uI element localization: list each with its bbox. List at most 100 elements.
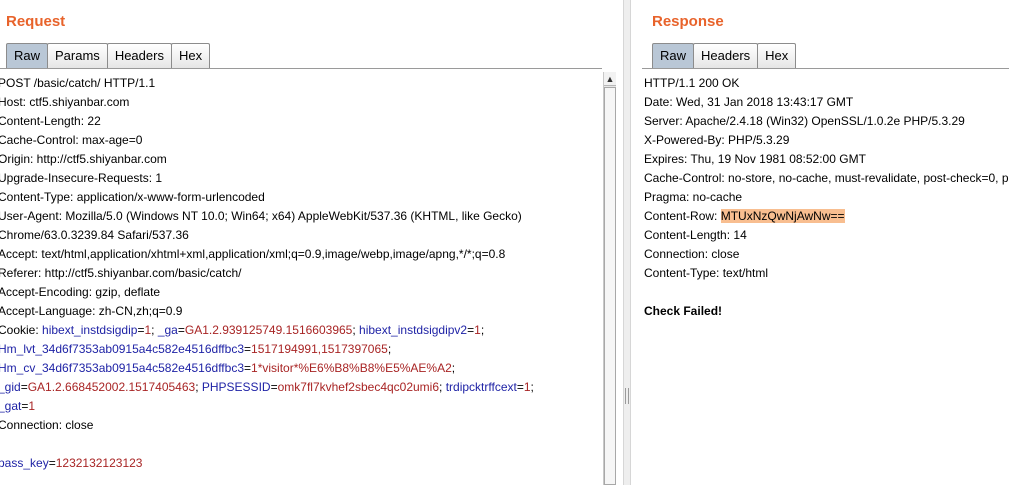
- response-line: X-Powered-By: PHP/5.3.29: [644, 131, 1009, 150]
- response-line: Pragma: no-cache: [644, 188, 1009, 207]
- request-token: Accept: text/html,application/xhtml+xml,…: [0, 247, 506, 261]
- request-tab-params[interactable]: Params: [47, 43, 108, 68]
- split-divider[interactable]: [623, 0, 631, 485]
- request-line: Accept-Language: zh-CN,zh;q=0.9: [0, 302, 602, 321]
- request-token: ;: [451, 361, 456, 375]
- request-line: User-Agent: Mozilla/5.0 (Windows NT 10.0…: [0, 207, 602, 226]
- request-raw-text: POST /basic/catch/ HTTP/1.1 Host: ctf5.sh…: [0, 69, 602, 473]
- request-token: Hm_lvt_34d6f7353ab0915a4c582e4516dffbc3: [0, 342, 244, 356]
- response-token: Server: Apache/2.4.18 (Win32) OpenSSL/1.…: [644, 114, 965, 128]
- request-token: 1232132123123: [55, 456, 143, 470]
- request-line: [0, 435, 602, 454]
- request-line: Cache-Control: max-age=0: [0, 131, 602, 150]
- request-line: Hm_lvt_34d6f7353ab0915a4c582e4516dffbc3=…: [0, 340, 602, 359]
- request-token: Accept-Encoding: gzip, deflate: [0, 285, 161, 299]
- request-editor[interactable]: POST /basic/catch/ HTTP/1.1 Host: ctf5.sh…: [0, 68, 602, 485]
- request-token: hibext_instdsigdipv2: [359, 323, 468, 337]
- response-token: Pragma: no-cache: [644, 190, 743, 204]
- request-token: =: [270, 380, 278, 394]
- request-token: _gat: [0, 399, 22, 413]
- request-line: Content-Length: 22: [0, 112, 602, 131]
- response-tab-hex[interactable]: Hex: [757, 43, 797, 68]
- request-line: Origin: http://ctf5.shiyanbar.com: [0, 150, 602, 169]
- request-line: _gat=1: [0, 397, 602, 416]
- request-token: 1517194991,1517397065: [251, 342, 388, 356]
- request-line: _gid = GA1.2.668452002.1517405463; PHPSESS…: [0, 378, 602, 397]
- response-line: Content-Row: MTUxNzQwNjAwNw==: [644, 207, 1009, 226]
- request-token: Referer: http://ctf5.shiyanbar.com/basic…: [0, 266, 242, 280]
- request-token: omk7fl7kvhef2sbec4qc02umi6: [277, 380, 440, 394]
- response-token: Expires: Thu, 19 Nov 1981 08:52:00 GMT: [644, 152, 866, 166]
- request-line: Cookie: hibext_instdsigdip=1; _ga=GA1.2.…: [0, 321, 602, 340]
- response-line: Expires: Thu, 19 Nov 1981 08:52:00 GMT: [644, 150, 1009, 169]
- response-token: Cache-Control: no-store, no-cache, must-…: [644, 171, 1009, 185]
- response-line: Date: Wed, 31 Jan 2018 13:43:17 GMT: [644, 93, 1009, 112]
- request-line: Content-Type: application/x-www-form-url…: [0, 188, 602, 207]
- request-line: pass_key=1232132123123: [0, 454, 602, 473]
- request-line: Referer: http://ctf5.shiyanbar.com/basic…: [0, 264, 602, 283]
- request-line: Connection: close: [0, 416, 602, 435]
- request-token: Accept-Language: zh-CN,zh;q=0.9: [0, 304, 183, 318]
- request-line: Host: ctf5.shiyanbar.com: [0, 93, 602, 112]
- request-tab-raw[interactable]: Raw: [6, 43, 49, 68]
- response-tab-headers[interactable]: Headers: [693, 43, 759, 68]
- request-token: hibext_instdsigdip: [42, 323, 138, 337]
- response-token: MTUxNzQwNjAwNw==: [720, 209, 845, 223]
- request-token: ;: [530, 380, 534, 394]
- response-line: Server: Apache/2.4.18 (Win32) OpenSSL/1.…: [644, 112, 1009, 131]
- request-token: ;: [480, 323, 485, 337]
- response-line: Content-Length: 14: [644, 226, 1009, 245]
- request-token: ;: [439, 380, 446, 394]
- divider-grip-icon[interactable]: [625, 388, 629, 404]
- request-token: =: [177, 323, 185, 337]
- request-line: POST /basic/catch/ HTTP/1.1: [0, 74, 602, 93]
- response-token: Content-Length: 14: [644, 228, 747, 242]
- response-token: Date: Wed, 31 Jan 2018 13:43:17 GMT: [644, 95, 854, 109]
- response-line: Cache-Control: no-store, no-cache, must-…: [644, 169, 1009, 188]
- request-token: ;: [387, 342, 392, 356]
- response-editor[interactable]: HTTP/1.1 200 OK Date: Wed, 31 Jan 2018 13…: [642, 68, 1009, 485]
- request-token: =: [244, 342, 252, 356]
- request-token: pass_key: [0, 456, 49, 470]
- request-token: _gid: [0, 380, 21, 394]
- request-token: _ga: [157, 323, 178, 337]
- request-token: Content-Type: application/x-www-form-url…: [0, 190, 265, 204]
- scroll-up-icon[interactable]: ▲: [604, 72, 616, 86]
- request-token: GA1.2.939125749.1516603965: [184, 323, 353, 337]
- response-token: HTTP/1.1 200 OK: [644, 76, 740, 90]
- request-tab-hex[interactable]: Hex: [170, 43, 211, 68]
- request-token: 1: [28, 399, 36, 413]
- response-line: Content-Type: text/html: [644, 264, 1009, 283]
- request-title: Request: [6, 13, 66, 30]
- request-token: =: [244, 361, 252, 375]
- scroll-thumb[interactable]: [604, 87, 616, 485]
- response-tab-raw[interactable]: Raw: [652, 43, 695, 68]
- request-token: GA1.2.668452002.1517405463: [27, 380, 196, 394]
- response-token: X-Powered-By: PHP/5.3.29: [644, 133, 790, 147]
- request-token: POST /basic/catch/ HTTP/1.1: [0, 76, 156, 90]
- request-token: trdipcktrffcext: [445, 380, 517, 394]
- request-token: Host: ctf5.shiyanbar.com: [0, 95, 130, 109]
- request-token: Cookie:: [0, 323, 43, 337]
- request-panel: Request Raw Params Headers Hex POST /bas…: [0, 0, 618, 485]
- response-tabs: Raw Headers Hex: [652, 43, 797, 68]
- response-title: Response: [652, 13, 724, 30]
- request-token: ;: [151, 323, 158, 337]
- request-scrollbar[interactable]: ▲: [603, 72, 616, 485]
- request-line: Accept-Encoding: gzip, deflate: [0, 283, 602, 302]
- response-token: Content-Type: text/html: [644, 266, 769, 280]
- response-token: Check Failed!: [644, 304, 723, 318]
- response-raw-text: HTTP/1.1 200 OK Date: Wed, 31 Jan 2018 13…: [642, 69, 1009, 321]
- request-token: =: [516, 380, 524, 394]
- response-line: Connection: close: [644, 245, 1009, 264]
- response-panel: Response Raw Headers Hex HTTP/1.1 200 OK…: [634, 0, 1009, 485]
- request-token: PHPSESSID: [201, 380, 271, 394]
- request-line: Upgrade-Insecure-Requests: 1: [0, 169, 602, 188]
- response-line: HTTP/1.1 200 OK: [644, 74, 1009, 93]
- request-tab-headers[interactable]: Headers: [106, 43, 172, 68]
- request-token: Cache-Control: max-age=0: [0, 133, 143, 147]
- request-tabs: Raw Params Headers Hex: [6, 43, 211, 68]
- response-token: Connection: close: [644, 247, 740, 261]
- request-token: Upgrade-Insecure-Requests: 1: [0, 171, 163, 185]
- request-token: Origin: http://ctf5.shiyanbar.com: [0, 152, 167, 166]
